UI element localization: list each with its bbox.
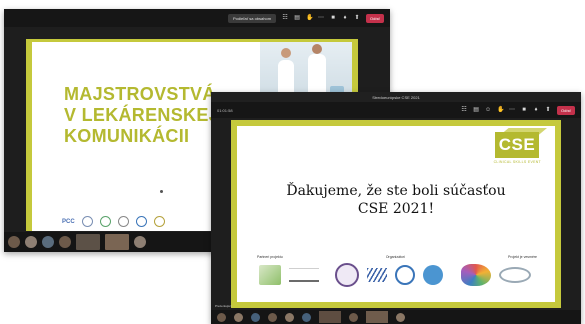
partner-logos: PCC xyxy=(62,216,165,227)
participant-avatar[interactable] xyxy=(8,236,20,248)
organizer-logo-icon xyxy=(367,268,387,282)
leave-button[interactable]: Odísť xyxy=(557,105,575,115)
window-title: Stredoeurópske CSE 2021 xyxy=(372,94,420,100)
slide-title-line: KOMUNIKÁCII xyxy=(64,126,190,146)
participant-video[interactable] xyxy=(366,311,388,323)
person-coat xyxy=(308,54,326,94)
chat-icon[interactable]: ▤ xyxy=(294,15,300,21)
partner-logo-icon xyxy=(153,216,165,227)
slide-title: MAJSTROVSTVÁ V LEKÁRENSKEJ KOMUNIKÁCII xyxy=(64,84,219,147)
share-icon[interactable]: ⬆ xyxy=(545,107,551,113)
sponsor-logo-icon xyxy=(499,267,531,283)
organizer-logo-icon xyxy=(395,265,415,285)
partner-logo-icon xyxy=(135,216,147,227)
thanks-message: Ďakujeme, že ste boli súčasťou CSE 2021! xyxy=(237,182,555,218)
participant-avatar[interactable] xyxy=(251,312,260,322)
pcc-logo: PCC xyxy=(62,218,75,225)
participant-avatar[interactable] xyxy=(396,312,405,322)
mic-icon[interactable]: ♦ xyxy=(533,107,539,113)
raise-hand-icon[interactable]: ✋ xyxy=(497,107,504,113)
partner-logo-icon xyxy=(99,216,111,227)
meeting-window-front: Stredoeurópske CSE 2021 01:01:58 ☷ ▤ ☺ ✋… xyxy=(211,92,581,324)
partner-logo-icon xyxy=(81,216,93,227)
window-titlebar: Stredoeurópske CSE 2021 xyxy=(211,92,581,102)
participant-video[interactable] xyxy=(319,311,341,323)
participant-avatar[interactable] xyxy=(349,312,358,322)
share-icon[interactable]: ⬆ xyxy=(354,15,360,21)
more-icon[interactable]: ⋯ xyxy=(318,15,324,21)
participant-avatar[interactable] xyxy=(217,312,226,322)
mic-icon[interactable]: ♦ xyxy=(342,15,348,21)
participant-avatar[interactable] xyxy=(42,236,54,248)
participant-avatar[interactable] xyxy=(59,236,71,248)
slide-title-line: V LEKÁRENSKEJ xyxy=(64,105,219,125)
meeting-toolbar: Podieľať sa obsahom ☷ ▤ ✋ ⋯ ■ ♦ ⬆ Odísť xyxy=(4,9,390,27)
presentation-slide: CSE CLINICAL SKILLS EVENT Ďakujeme, že s… xyxy=(231,120,561,308)
leave-button[interactable]: Odísť xyxy=(366,13,384,23)
participant-avatar[interactable] xyxy=(25,236,37,248)
participant-avatar[interactable] xyxy=(268,312,277,322)
section-label: Partneri projektu xyxy=(257,255,283,259)
section-label: Projekt je vesmére xyxy=(508,255,537,259)
participant-video[interactable] xyxy=(105,234,129,250)
reactions-icon[interactable]: ☺ xyxy=(485,107,491,113)
cse-logo: CSE xyxy=(495,132,539,158)
organizer-logo-icon xyxy=(423,265,443,285)
meeting-toolbar: 01:01:58 ☷ ▤ ☺ ✋ ⋯ ■ ♦ ⬆ Odísť xyxy=(211,102,581,118)
sponsor-logo-icon xyxy=(461,264,491,286)
participant-avatar[interactable] xyxy=(134,236,146,248)
person-head xyxy=(281,48,291,58)
thanks-line: CSE 2021! xyxy=(357,201,435,217)
participant-avatar[interactable] xyxy=(234,312,243,322)
camera-icon[interactable]: ■ xyxy=(330,15,336,21)
university-seal-icon xyxy=(335,263,359,287)
sponsor-logos xyxy=(259,263,541,287)
person-head xyxy=(312,44,322,54)
partner-logo-icon xyxy=(289,268,319,282)
people-icon[interactable]: ☷ xyxy=(461,107,467,113)
thanks-line: Ďakujeme, že ste boli súčasťou xyxy=(286,183,506,199)
presenter-label: Prezentujúci xyxy=(215,304,232,308)
camera-icon[interactable]: ■ xyxy=(521,107,527,113)
raise-hand-icon[interactable]: ✋ xyxy=(306,15,313,21)
participant-video[interactable] xyxy=(76,234,100,250)
slide-title-line: MAJSTROVSTVÁ xyxy=(64,84,216,104)
share-content-button[interactable]: Podieľať sa obsahom xyxy=(228,13,277,23)
partner-logo-icon xyxy=(117,216,129,227)
cse-tagline: CLINICAL SKILLS EVENT xyxy=(493,160,541,164)
partner-logo-icon xyxy=(259,265,281,285)
person-coat xyxy=(278,60,294,94)
cursor-dot xyxy=(160,190,163,193)
participant-strip xyxy=(211,310,581,324)
participant-avatar[interactable] xyxy=(302,312,311,322)
logo-section-labels: Partneri projektu Organizátori Projekt j… xyxy=(257,255,537,259)
participant-avatar[interactable] xyxy=(285,312,294,322)
meeting-timer: 01:01:58 xyxy=(217,107,233,113)
more-icon[interactable]: ⋯ xyxy=(509,107,515,113)
section-label: Organizátori xyxy=(385,255,405,259)
chat-icon[interactable]: ▤ xyxy=(473,107,479,113)
people-icon[interactable]: ☷ xyxy=(282,15,288,21)
